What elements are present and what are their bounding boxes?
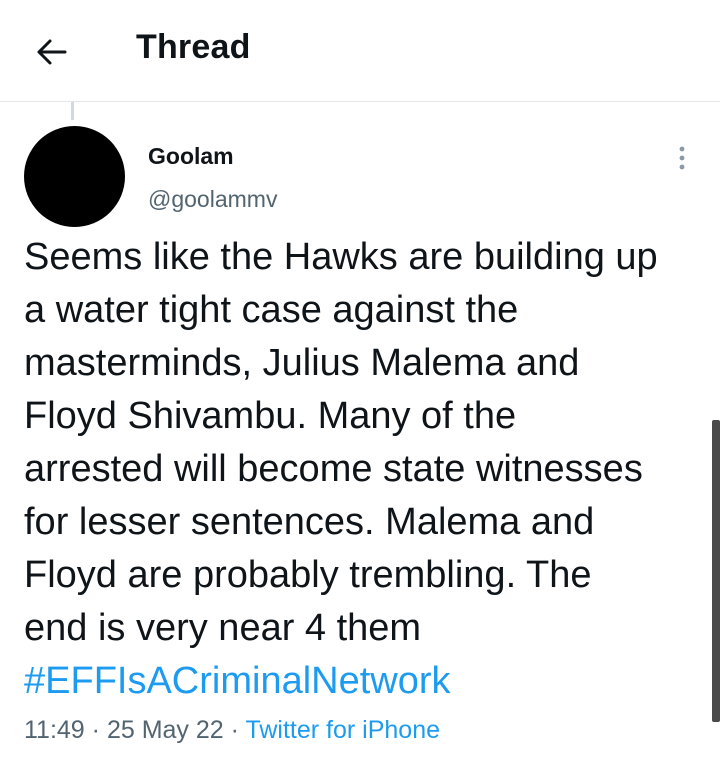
author-name[interactable]: Goolam xyxy=(148,143,234,170)
more-vertical-icon xyxy=(679,146,685,170)
thread-connector-line xyxy=(71,102,74,120)
tweet-metadata: 11:49 · 25 May 22 · Twitter for iPhone xyxy=(24,716,440,745)
meta-separator: · xyxy=(230,716,239,744)
tweet-text: Seems like the Hawks are building up a w… xyxy=(24,236,658,649)
arrow-left-icon xyxy=(37,39,67,65)
meta-separator: · xyxy=(91,716,100,744)
tweet-time[interactable]: 11:49 xyxy=(24,716,85,744)
tweet-date[interactable]: 25 May 22 xyxy=(107,716,224,744)
tweet-text-block: Seems like the Hawks are building up a w… xyxy=(24,231,714,708)
top-bar: Thread xyxy=(0,0,720,102)
tweet-source-link[interactable]: Twitter for iPhone xyxy=(245,716,440,744)
author-handle[interactable]: @goolammv xyxy=(148,186,277,213)
hashtag-link[interactable]: #EFFIsACriminalNetwork xyxy=(24,655,451,708)
back-button[interactable] xyxy=(30,30,74,74)
page-title: Thread xyxy=(136,28,251,66)
scrollbar[interactable] xyxy=(712,420,720,722)
more-options-button[interactable] xyxy=(664,140,700,176)
avatar[interactable] xyxy=(24,126,125,227)
